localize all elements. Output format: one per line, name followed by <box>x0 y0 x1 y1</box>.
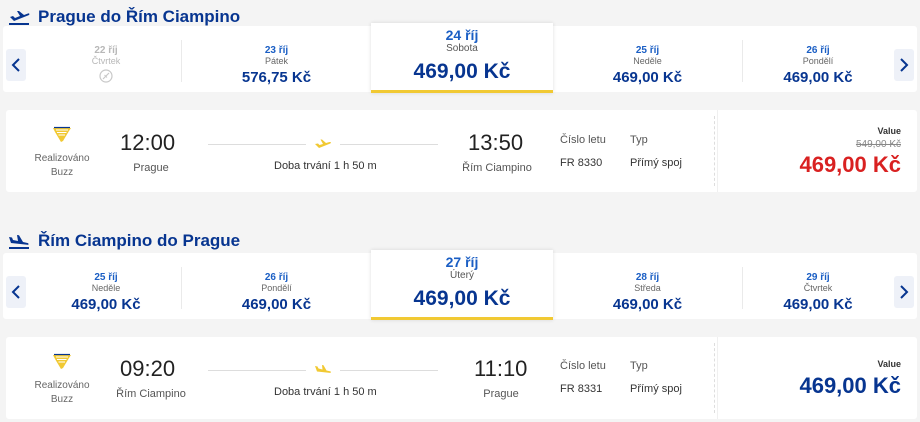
day-price: 469,00 Kč <box>612 69 683 86</box>
inbound-day-2[interactable]: 26 říj Pondělí 469,00 Kč <box>182 253 371 319</box>
day-date: 26 říj <box>806 45 830 56</box>
day-name: Úterý <box>450 270 474 281</box>
day-date: 22 říj <box>94 45 118 56</box>
day-name: Sobota <box>446 43 478 54</box>
flight-type: Přímý spoj <box>630 383 682 395</box>
inbound-heading: Řím Ciampino do Prague <box>8 230 240 252</box>
route-line-right <box>340 370 438 371</box>
day-date: 27 říj <box>445 254 479 270</box>
chevron-left-icon <box>11 58 20 72</box>
flight-number-label: Číslo letu <box>560 134 606 146</box>
takeoff-plane-icon <box>315 139 331 148</box>
day-date: 23 říj <box>264 45 289 56</box>
flight-type-label: Typ <box>630 134 648 146</box>
outbound-day-1: 22 říj Čtvrtek <box>31 26 181 92</box>
outbound-day-selected[interactable]: 24 říj Sobota 469,00 Kč <box>371 23 553 93</box>
day-price: 469,00 Kč <box>413 287 511 310</box>
day-date: 25 říj <box>635 45 660 56</box>
inbound-title: Řím Ciampino do Prague <box>38 231 241 250</box>
departure-time: 12:00 <box>120 130 176 155</box>
chevron-left-icon <box>11 285 20 299</box>
outbound-next-dates-button[interactable] <box>894 49 914 81</box>
card-divider <box>714 343 715 413</box>
fare-price-box[interactable]: Value 469,00 Kč <box>717 337 911 419</box>
outbound-flight-card[interactable]: Realizováno Buzz 12:00 Prague Doba trván… <box>6 110 917 192</box>
fare-price: 469,00 Kč <box>799 152 901 177</box>
chevron-right-icon <box>900 285 909 299</box>
day-name: Pátek <box>264 56 288 66</box>
landing-plane-icon <box>9 235 29 249</box>
flight-number: FR 8330 <box>560 157 603 169</box>
fare-type-label: Value <box>877 126 901 136</box>
inbound-prev-dates-button[interactable] <box>6 276 26 308</box>
ryanair-harp-icon <box>53 126 71 142</box>
fare-price-box[interactable]: Value 549,00 Kč 469,00 Kč <box>717 110 911 192</box>
arrival-time: 13:50 <box>468 130 524 155</box>
landing-plane-icon <box>315 365 331 373</box>
outbound-day-4[interactable]: 25 říj Neděle 469,00 Kč <box>553 26 742 92</box>
departure-city: Prague <box>133 162 169 174</box>
flight-duration: Doba trvání 1 h 50 m <box>274 386 377 398</box>
arrival-city: Prague <box>483 388 519 400</box>
outbound-date-strip: 22 říj Čtvrtek 23 říj Pátek 576,75 Kč 24… <box>3 23 917 93</box>
ryanair-harp-icon <box>53 353 71 369</box>
inbound-flight-card[interactable]: Realizováno Buzz 09:20 Řím Ciampino Doba… <box>6 337 917 419</box>
inbound-next-dates-button[interactable] <box>894 276 914 308</box>
day-price: 469,00 Kč <box>612 296 683 313</box>
day-name: Pondělí <box>261 283 292 293</box>
day-name: Čtvrtek <box>803 283 833 293</box>
day-date: 24 říj <box>445 27 479 43</box>
flight-type-label: Typ <box>630 360 648 372</box>
departure-city: Řím Ciampino <box>116 388 186 400</box>
old-price: 549,00 Kč <box>855 139 901 150</box>
route-line-left <box>208 144 306 145</box>
day-name: Pondělí <box>802 56 834 66</box>
outbound-title: Prague do Řím Ciampino <box>38 7 241 26</box>
day-date: 25 říj <box>94 272 118 283</box>
day-date: 28 říj <box>635 272 660 283</box>
day-price: 469,00 Kč <box>71 296 141 313</box>
outbound-heading: Prague do Řím Ciampino <box>8 6 240 28</box>
day-price: 469,00 Kč <box>413 60 511 83</box>
operated-by-label: Realizováno Buzz <box>34 380 90 405</box>
inbound-day-4[interactable]: 28 říj Středa 469,00 Kč <box>553 253 742 319</box>
day-price: 576,75 Kč <box>241 69 312 86</box>
day-name: Čtvrtek <box>91 56 121 66</box>
day-price: 469,00 Kč <box>783 296 853 313</box>
day-name: Neděle <box>633 56 662 66</box>
outbound-prev-dates-button[interactable] <box>6 49 26 81</box>
day-name: Neděle <box>91 283 121 293</box>
arrival-city: Řím Ciampino <box>462 162 532 174</box>
airline-info: Realizováno Buzz <box>28 353 96 407</box>
flight-duration: Doba trvání 1 h 50 m <box>274 160 377 172</box>
unavailable-icon <box>99 69 113 83</box>
arrival-time: 11:10 <box>474 356 528 381</box>
day-price: 469,00 Kč <box>241 296 312 313</box>
flight-number: FR 8331 <box>560 383 603 395</box>
airline-info: Realizováno Buzz <box>28 126 96 180</box>
inbound-day-1[interactable]: 25 říj Neděle 469,00 Kč <box>31 253 181 319</box>
card-divider <box>714 116 715 186</box>
inbound-day-selected[interactable]: 27 říj Úterý 469,00 Kč <box>371 250 553 320</box>
route-line-right <box>340 144 438 145</box>
flight-type: Přímý spoj <box>630 157 682 169</box>
departure-time: 09:20 <box>120 356 176 381</box>
inbound-day-5[interactable]: 29 říj Čtvrtek 469,00 Kč <box>743 253 893 319</box>
day-date: 29 říj <box>806 272 830 283</box>
takeoff-plane-icon <box>9 11 30 25</box>
operated-by-label: Realizováno Buzz <box>34 153 90 178</box>
outbound-day-5[interactable]: 26 říj Pondělí 469,00 Kč <box>743 26 893 92</box>
chevron-right-icon <box>900 58 909 72</box>
day-name: Středa <box>634 283 661 293</box>
day-price: 469,00 Kč <box>783 69 853 86</box>
flight-number-label: Číslo letu <box>560 360 606 372</box>
fare-price: 469,00 Kč <box>799 373 901 398</box>
route-line-left <box>208 370 306 371</box>
day-date: 26 říj <box>264 272 289 283</box>
inbound-date-strip: 25 říj Neděle 469,00 Kč 26 říj Pondělí 4… <box>3 250 917 320</box>
outbound-day-2[interactable]: 23 říj Pátek 576,75 Kč <box>182 26 371 92</box>
fare-type-label: Value <box>877 359 901 369</box>
